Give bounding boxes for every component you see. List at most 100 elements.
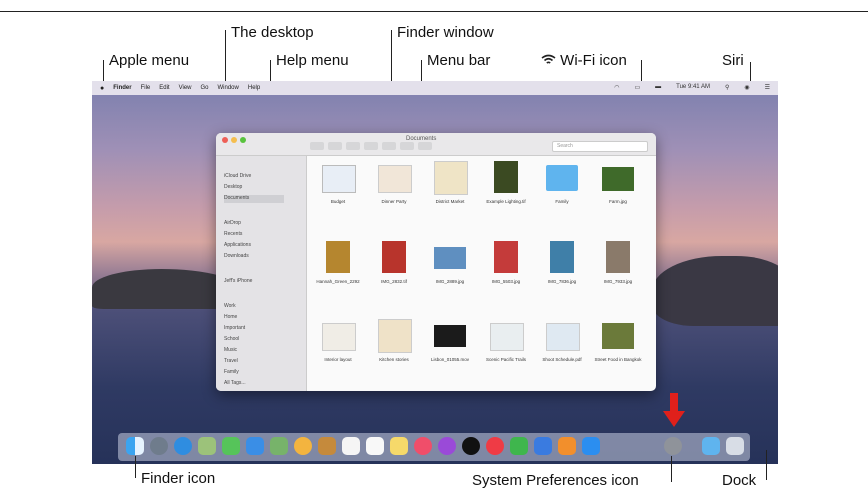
file-item[interactable]: Farm.jpg	[592, 159, 644, 229]
airplay-icon[interactable]: ▭	[634, 84, 640, 91]
photos-icon[interactable]	[198, 437, 216, 455]
column-view-button[interactable]	[346, 142, 360, 150]
menubar-clock[interactable]: Tue 9:41 AM	[676, 84, 710, 91]
sidebar-tag[interactable]: Work	[224, 303, 284, 311]
keynote-icon[interactable]	[534, 437, 552, 455]
file-thumbnail	[326, 241, 350, 273]
safari-icon[interactable]	[174, 437, 192, 455]
group-button[interactable]	[382, 142, 396, 150]
messages-icon[interactable]	[222, 437, 240, 455]
callout-the-desktop: The desktop	[231, 24, 314, 41]
stickies-icon[interactable]	[390, 437, 408, 455]
photos-app-icon[interactable]	[294, 437, 312, 455]
file-item[interactable]: IMG_2832.tif	[368, 239, 420, 309]
file-thumbnail	[322, 165, 356, 193]
file-item[interactable]: Dinner Party	[368, 159, 420, 229]
file-item[interactable]: Budget	[312, 159, 364, 229]
notification-center-icon[interactable]: ☰	[765, 84, 770, 91]
file-item[interactable]: Scenic Pacific Trails	[480, 317, 532, 387]
maps-icon[interactable]	[270, 437, 288, 455]
menubar-wifi-icon[interactable]: ◠	[614, 84, 619, 91]
finder-window[interactable]: Documents Search iCloud Drive Desktop Do…	[216, 133, 656, 391]
calendar-icon[interactable]	[342, 437, 360, 455]
reminders-icon[interactable]	[366, 437, 384, 455]
menu-item-view[interactable]: View	[179, 85, 192, 91]
menu-item-finder[interactable]: Finder	[113, 85, 131, 91]
music-icon[interactable]	[414, 437, 432, 455]
file-item[interactable]: IMG_7836.jpg	[536, 239, 588, 309]
file-item[interactable]: Hannah_Green_2292	[312, 239, 364, 309]
file-name: Scenic Pacific Trails	[485, 357, 526, 362]
file-item[interactable]: Shoot Schedule.pdf	[536, 317, 588, 387]
gallery-view-button[interactable]	[364, 142, 378, 150]
action-button[interactable]	[400, 142, 414, 150]
pages-icon[interactable]	[558, 437, 576, 455]
tv-icon[interactable]	[462, 437, 480, 455]
spotlight-icon[interactable]: ⚲	[725, 84, 729, 91]
sidebar-tag[interactable]: School	[224, 336, 284, 344]
sidebar-item[interactable]: iCloud Drive	[224, 173, 284, 181]
menu-item-help[interactable]: Help	[248, 85, 260, 91]
sidebar-section-header	[224, 292, 284, 300]
finder-search-field[interactable]: Search	[552, 141, 648, 152]
file-thumbnail	[602, 167, 634, 191]
sidebar-tag[interactable]: All Tags...	[224, 380, 284, 388]
sidebar-tag[interactable]: Home	[224, 314, 284, 322]
sidebar-item[interactable]: Desktop	[224, 184, 284, 192]
launchpad-icon[interactable]	[150, 437, 168, 455]
siri-icon[interactable]: ◉	[744, 84, 749, 91]
file-item[interactable]: Street Food in Bangkok	[592, 317, 644, 387]
file-item[interactable]: IMG_2889.jpg	[424, 239, 476, 309]
file-thumbnail	[378, 319, 412, 353]
sidebar-tag[interactable]: Travel	[224, 358, 284, 366]
file-item[interactable]: Family	[536, 159, 588, 229]
mail-icon[interactable]	[246, 437, 264, 455]
close-button[interactable]	[222, 137, 228, 143]
file-item[interactable]: Kitchen stories	[368, 317, 420, 387]
red-arrow-icon	[663, 393, 685, 427]
icon-view-button[interactable]	[310, 142, 324, 150]
file-item[interactable]: Interior layout	[312, 317, 364, 387]
file-thumbnail	[494, 241, 518, 273]
file-item[interactable]: Example Lighting.tif	[480, 159, 532, 229]
file-thumbnail	[490, 323, 524, 351]
sidebar-tag[interactable]: Important	[224, 325, 284, 333]
callout-help-menu: Help menu	[276, 52, 349, 69]
window-controls	[222, 137, 246, 143]
sidebar-tag[interactable]: Music	[224, 347, 284, 355]
file-item[interactable]: IMG_5503.jpg	[480, 239, 532, 309]
sidebar-item[interactable]: AirDrop	[224, 220, 284, 228]
menu-item-edit[interactable]: Edit	[159, 85, 169, 91]
sidebar-item[interactable]: Recents	[224, 231, 284, 239]
sidebar-item[interactable]: Applications	[224, 242, 284, 250]
callout-wifi-label: Wi-Fi icon	[560, 52, 627, 69]
numbers-icon[interactable]	[510, 437, 528, 455]
file-item[interactable]: Lisbon_01055.mov	[424, 317, 476, 387]
news-icon[interactable]	[486, 437, 504, 455]
apple-icon[interactable]: ●	[100, 85, 104, 92]
sidebar-item[interactable]: Downloads	[224, 253, 284, 261]
share-button[interactable]	[418, 142, 432, 150]
sidebar-item[interactable]: Jeff's iPhone	[224, 278, 284, 286]
file-item[interactable]: District Market	[424, 159, 476, 229]
file-item[interactable]: IMG_7933.jpg	[592, 239, 644, 309]
leader-dock	[766, 450, 767, 480]
menu-item-file[interactable]: File	[141, 85, 151, 91]
leader-the-desktop	[225, 30, 226, 82]
zoom-button[interactable]	[240, 137, 246, 143]
sidebar-tag[interactable]: Family	[224, 369, 284, 377]
notes-icon[interactable]	[318, 437, 336, 455]
finder-icon[interactable]	[126, 437, 144, 455]
system-preferences-icon[interactable]	[664, 437, 682, 455]
menu-item-go[interactable]: Go	[201, 85, 209, 91]
list-view-button[interactable]	[328, 142, 342, 150]
podcasts-icon[interactable]	[438, 437, 456, 455]
file-thumbnail	[550, 241, 574, 273]
menu-item-window[interactable]: Window	[218, 85, 239, 91]
sidebar-item[interactable]: Documents	[224, 195, 284, 203]
battery-icon[interactable]: ▬	[655, 84, 661, 91]
app-store-icon[interactable]	[582, 437, 600, 455]
minimize-button[interactable]	[231, 137, 237, 143]
downloads-folder-icon[interactable]	[702, 437, 720, 455]
trash-icon[interactable]	[726, 437, 744, 455]
